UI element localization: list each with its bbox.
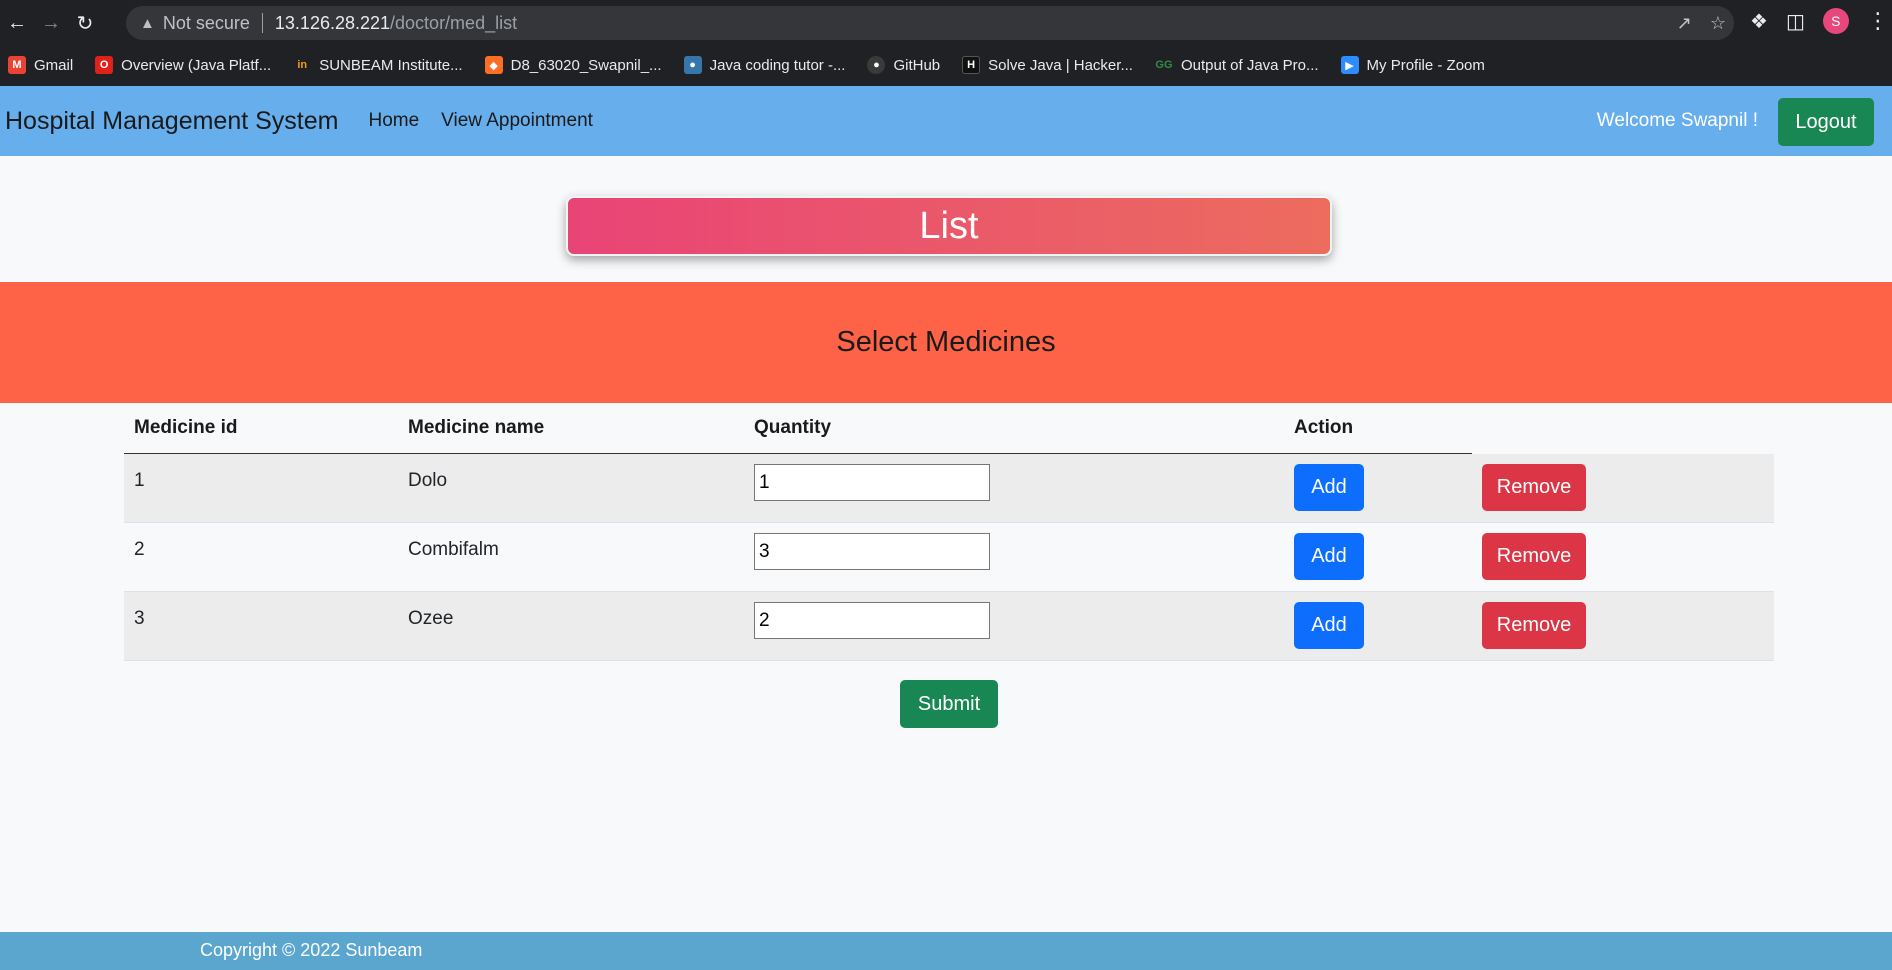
oracle-icon: O [95, 56, 114, 74]
reload-button[interactable]: ↻ [68, 6, 102, 40]
address-bar[interactable]: ▲ Not secure 13.126.28.221 /doctor/med_l… [126, 6, 1734, 40]
side-panel-icon[interactable]: ◫ [1786, 9, 1805, 34]
bookmark-sunbeam[interactable]: in SUNBEAM Institute... [293, 56, 462, 74]
geeksforgeeks-icon: GG [1155, 59, 1173, 71]
app-navbar: Hospital Management System Home View App… [0, 86, 1892, 156]
nav-home[interactable]: Home [368, 110, 419, 132]
bookmark-label: Output of Java Pro... [1180, 56, 1319, 74]
extension-area: ❖ ◫ S ⋮ [1750, 8, 1889, 34]
list-title: List [919, 204, 979, 247]
table-row: 1 Dolo Add Remove [124, 454, 1774, 523]
bookmark-label: D8_63020_Swapnil_... [510, 56, 662, 74]
bookmark-geeksforgeeks[interactable]: GG Output of Java Pro... [1155, 56, 1319, 74]
gmail-icon: M [8, 56, 26, 74]
github-icon: ● [867, 56, 886, 74]
table-row: 3 Ozee Add Remove [124, 592, 1774, 661]
bookmark-label: GitHub [893, 56, 941, 74]
bookmark-label: SUNBEAM Institute... [319, 56, 463, 74]
bookmark-zoom[interactable]: ▶ My Profile - Zoom [1340, 56, 1485, 74]
url-host: 13.126.28.221 [274, 12, 391, 33]
gitlab-icon: ◆ [484, 56, 503, 74]
zoom-icon: ▶ [1340, 56, 1359, 74]
not-secure-label: Not secure [162, 12, 250, 33]
menu-kebab-icon[interactable]: ⋮ [1867, 8, 1889, 34]
bookmark-star-icon[interactable]: ☆ [1710, 13, 1726, 34]
medicine-name: Combifalm [408, 539, 499, 560]
python-icon: ● [683, 56, 702, 74]
copyright-text: Copyright © 2022 Sunbeam [200, 940, 423, 960]
quantity-input[interactable] [754, 602, 990, 639]
table-row: 2 Combifalm Add Remove [124, 523, 1774, 592]
bookmark-java-overview[interactable]: O Overview (Java Platf... [95, 56, 271, 74]
select-medicines-band: Select Medicines [0, 282, 1892, 403]
footer: Copyright © 2022 Sunbeam [0, 932, 1892, 970]
address-actions: ↗ ☆ [1677, 6, 1726, 40]
bookmark-label: Gmail [34, 56, 74, 74]
table-header: Medicine id Medicine name Quantity Actio… [124, 404, 1774, 454]
header-quantity: Quantity [754, 417, 832, 438]
browser-chrome: ← → ↻ ▲ Not secure 13.126.28.221 /doctor… [0, 0, 1892, 86]
bookmarks-bar: M Gmail O Overview (Java Platf... in SUN… [0, 50, 1892, 80]
hackerrank-icon: H [962, 56, 981, 74]
header-action: Action [1294, 417, 1354, 438]
medicine-id: 2 [134, 539, 145, 560]
remove-button[interactable]: Remove [1482, 533, 1586, 580]
logout-button[interactable]: Logout [1778, 98, 1874, 146]
url-path: /doctor/med_list [390, 12, 518, 33]
bookmark-github[interactable]: ● GitHub [867, 56, 940, 74]
add-button[interactable]: Add [1294, 533, 1364, 580]
submit-button[interactable]: Submit [900, 680, 998, 728]
bookmark-java-tutor[interactable]: ● Java coding tutor -... [683, 56, 846, 74]
medicine-id: 1 [134, 470, 145, 491]
bookmark-label: Solve Java | Hacker... [988, 56, 1133, 74]
welcome-message: Welcome Swapnil ! [1596, 110, 1758, 131]
profile-avatar[interactable]: S [1822, 8, 1849, 34]
medicine-name: Dolo [408, 470, 448, 491]
medicine-name: Ozee [408, 608, 454, 629]
bookmark-hackerrank[interactable]: H Solve Java | Hacker... [962, 56, 1133, 74]
warning-icon: ▲ [140, 14, 155, 32]
remove-button[interactable]: Remove [1482, 602, 1586, 649]
remove-button[interactable]: Remove [1482, 464, 1586, 511]
bookmark-gmail[interactable]: M Gmail [8, 56, 73, 74]
medicine-table: Medicine id Medicine name Quantity Actio… [124, 404, 1774, 661]
quantity-input[interactable] [754, 533, 990, 570]
header-medicine-name: Medicine name [408, 417, 545, 438]
list-banner: List [566, 196, 1332, 256]
brand-title[interactable]: Hospital Management System [5, 107, 338, 136]
back-button[interactable]: ← [0, 6, 34, 40]
nav-view-appointment[interactable]: View Appointment [441, 110, 593, 132]
bookmark-label: My Profile - Zoom [1366, 56, 1485, 74]
sunbeam-icon: in [297, 59, 308, 71]
medicine-id: 3 [134, 608, 145, 629]
address-separator [261, 13, 263, 33]
add-button[interactable]: Add [1294, 602, 1364, 649]
quantity-input[interactable] [754, 464, 990, 501]
header-medicine-id: Medicine id [134, 417, 238, 438]
bookmark-gitlab[interactable]: ◆ D8_63020_Swapnil_... [484, 56, 662, 74]
share-icon[interactable]: ↗ [1677, 13, 1692, 34]
bookmark-label: Overview (Java Platf... [121, 56, 272, 74]
bookmark-label: Java coding tutor -... [709, 56, 846, 74]
select-medicines-heading: Select Medicines [836, 326, 1056, 358]
extensions-puzzle-icon[interactable]: ❖ [1750, 9, 1768, 34]
forward-button[interactable]: → [34, 6, 68, 40]
add-button[interactable]: Add [1294, 464, 1364, 511]
